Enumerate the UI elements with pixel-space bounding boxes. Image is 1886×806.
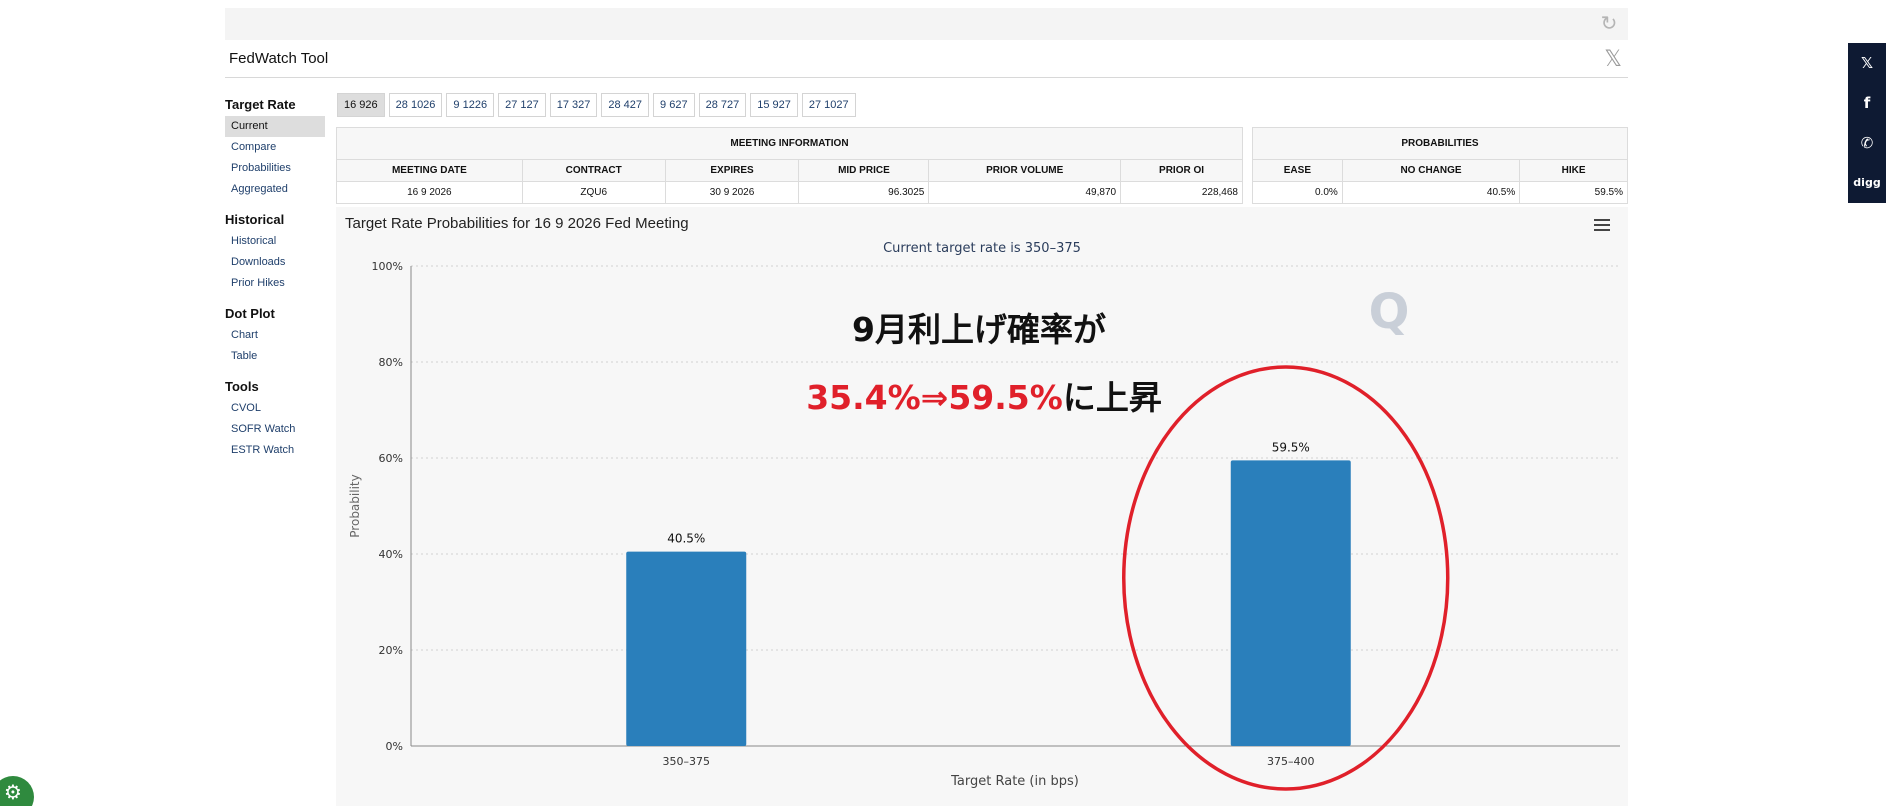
tab-27-1027[interactable]: 27 1027	[801, 93, 856, 117]
y-axis-title: Probability	[348, 474, 362, 537]
sidebar-item-downloads[interactable]: Downloads	[225, 252, 325, 273]
meeting-cell-0: 16 9 2026	[336, 181, 523, 204]
meeting-header-2: EXPIRES	[664, 159, 800, 182]
tab-16-926[interactable]: 16 926	[337, 93, 385, 117]
x-share-icon[interactable]: 𝕏	[1848, 43, 1886, 83]
page-title: FedWatch Tool	[229, 50, 329, 67]
sidebar-item-cvol[interactable]: CVOL	[225, 398, 325, 419]
top-bar: ↻	[225, 8, 1628, 40]
sidebar-item-table[interactable]: Table	[225, 346, 325, 367]
prob-header-1: NO CHANGE	[1341, 159, 1521, 182]
sidebar-item-historical[interactable]: Historical	[225, 231, 325, 252]
prob-cell-1: 40.5%	[1341, 181, 1521, 204]
whatsapp-share-icon[interactable]: ✆	[1848, 123, 1886, 163]
sidebar-item-probabilities[interactable]: Probabilities	[225, 158, 325, 179]
social-share-bar: 𝕏f ✆ digg	[1848, 43, 1886, 203]
chart-subtitle: Current target rate is 350–375	[883, 241, 1081, 256]
meeting-cell-4: 49,870	[928, 181, 1122, 204]
sidebar-item-aggregated[interactable]: Aggregated	[225, 179, 325, 200]
annotation-line-1: 9月利上げ確率が	[852, 310, 1106, 349]
facebook-share-icon[interactable]: f	[1848, 83, 1886, 123]
sidebar-item-compare[interactable]: Compare	[225, 137, 325, 158]
tab-28-727[interactable]: 28 727	[698, 93, 747, 117]
x-close-icon[interactable]: 𝕏	[1604, 47, 1622, 72]
annotation-highlight-text: 35.4%⇒59.5%	[806, 378, 1063, 417]
sidebar-item-estr-watch[interactable]: ESTR Watch	[225, 440, 325, 461]
tab-28-1026[interactable]: 28 1026	[388, 93, 443, 117]
sidebar-section-target-rate: Target Rate	[225, 97, 296, 112]
prob-cell-0: 0.0%	[1252, 181, 1343, 204]
annotation-line-2: 35.4%⇒59.5%に上昇	[806, 378, 1162, 417]
sidebar-item-current[interactable]: Current	[225, 116, 325, 137]
tab-17-327[interactable]: 17 327	[549, 93, 598, 117]
tab-9-627[interactable]: 9 627	[653, 93, 695, 117]
y-tick-label-4: 80%	[379, 356, 403, 369]
x-tick-label-375-400: 375–400	[1267, 755, 1315, 768]
meeting-header-1: CONTRACT	[521, 159, 666, 182]
prob-header-0: EASE	[1252, 159, 1343, 182]
tab-9-1226[interactable]: 9 1226	[446, 93, 495, 117]
meeting-header-3: MID PRICE	[798, 159, 930, 182]
x-axis-title: Target Rate (in bps)	[950, 774, 1079, 789]
chart-panel: Target Rate Probabilities for 16 9 2026 …	[336, 207, 1628, 806]
sidebar-item-prior-hikes[interactable]: Prior Hikes	[225, 273, 325, 294]
meeting-cell-5: 228,468	[1120, 181, 1243, 204]
title-row: FedWatch Tool 𝕏	[225, 45, 1628, 78]
y-tick-label-2: 40%	[379, 548, 403, 561]
sidebar: Target Rate Current Compare Probabilities Ag…	[225, 96, 325, 461]
sidebar-section-tools: Tools	[225, 379, 259, 394]
cookie-settings-icon[interactable]: ⚙	[0, 776, 34, 806]
watermark-logo: Q	[1369, 284, 1410, 340]
meeting-cell-2: 30 9 2026	[664, 181, 800, 204]
y-tick-label-1: 20%	[379, 644, 403, 657]
meeting-header-0: MEETING DATE	[336, 159, 523, 182]
prob-cell-2: 59.5%	[1519, 181, 1628, 204]
sidebar-item-sofr-watch[interactable]: SOFR Watch	[225, 419, 325, 440]
annotation-rise-text: に上昇	[1063, 378, 1162, 417]
meeting-header-4: PRIOR VOLUME	[928, 159, 1122, 182]
sidebar-item-chart[interactable]: Chart	[225, 325, 325, 346]
x-tick-label-350-375: 350–375	[663, 755, 711, 768]
bar-350-375	[626, 551, 747, 746]
meeting-cell-3: 96.3025	[798, 181, 930, 204]
refresh-icon[interactable]: ↻	[1598, 13, 1620, 35]
tab-15-927[interactable]: 15 927	[750, 93, 798, 117]
tab-27-127[interactable]: 27 127	[498, 93, 546, 117]
meeting-information-table: MEETING INFORMATION MEETING DATE CONTRACT…	[336, 127, 1243, 204]
data-label-375-400: 59.5%	[1272, 440, 1310, 454]
sidebar-section-dot-plot: Dot Plot	[225, 306, 275, 321]
tab-28-427[interactable]: 28 427	[601, 93, 650, 117]
bar-375-400	[1230, 460, 1351, 746]
probabilities-table: PROBABILITIES EASE NO CHANGE HIKE 0.0% 40.5…	[1252, 127, 1628, 204]
digg-share-icon[interactable]: digg	[1848, 163, 1886, 203]
meeting-cell-1: ZQU6	[521, 181, 666, 204]
probabilities-title: PROBABILITIES	[1252, 127, 1628, 160]
meeting-header-5: PRIOR OI	[1120, 159, 1243, 182]
y-tick-label-3: 60%	[379, 452, 403, 465]
data-label-350-375: 40.5%	[667, 532, 705, 546]
meeting-information-title: MEETING INFORMATION	[336, 127, 1243, 160]
y-tick-label-5: 100%	[372, 260, 403, 273]
sidebar-section-historical: Historical	[225, 212, 285, 227]
meeting-date-tabs: 16 926 28 1026 9 1226 27 127 17 327 28 427 9 6…	[337, 93, 860, 117]
prob-header-2: HIKE	[1519, 159, 1628, 182]
y-tick-label-0: 0%	[386, 740, 403, 753]
bar-chart: Current target rate is 350–375 0% 20% 40% 60…	[348, 241, 1620, 791]
